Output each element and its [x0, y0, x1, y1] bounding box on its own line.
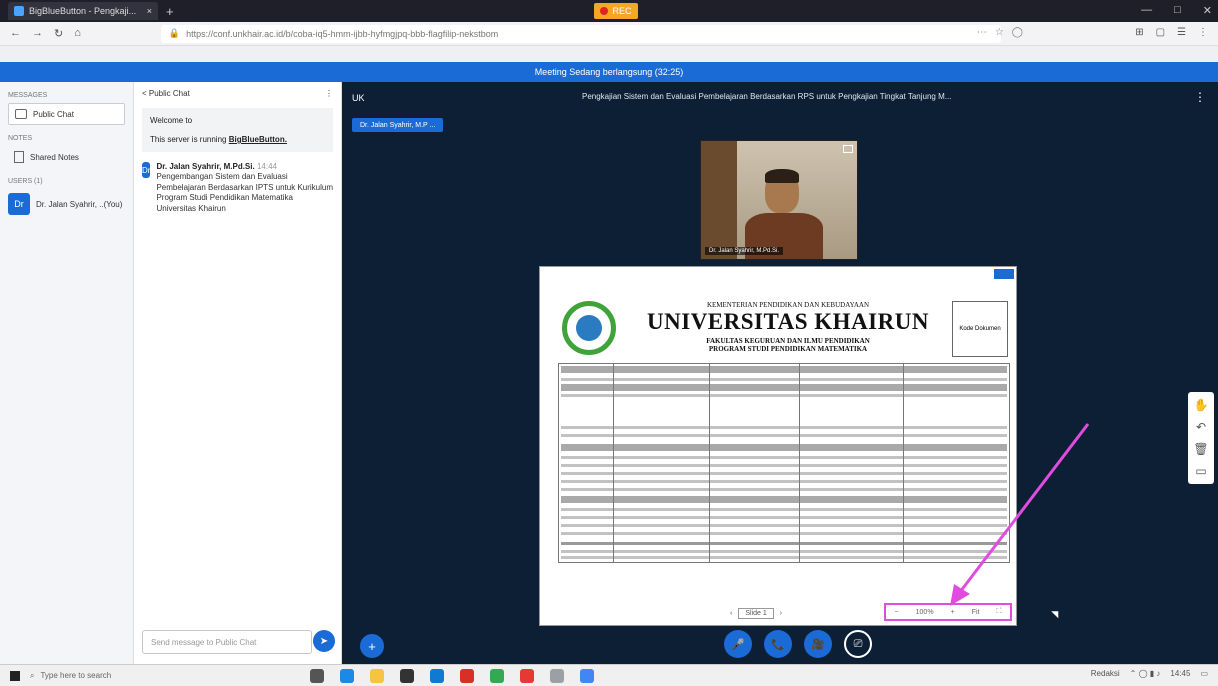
send-button[interactable]: ➤ — [313, 630, 335, 652]
url-text: https://conf.unkhair.ac.id/b/coba-iq5-hm… — [186, 28, 499, 39]
annotation-arrow — [950, 423, 1090, 606]
microphone-button[interactable]: 🎤 — [724, 630, 752, 658]
recording-indicator: REC — [594, 3, 638, 19]
reader-icon[interactable]: ☰ — [1177, 27, 1186, 38]
search-icon: ⌕ — [30, 670, 35, 680]
message-header: Dr. Jalan Syahrir, M.Pd.Si. 14:44 — [156, 162, 333, 172]
user-avatar: Dr — [8, 193, 30, 215]
tray-icons[interactable]: ⌃ ◯ ▮ ♪ — [1130, 669, 1161, 678]
rec-label: REC — [612, 6, 632, 16]
tab-close-icon[interactable]: × — [147, 6, 152, 16]
chat-icon — [15, 109, 27, 119]
phone-button[interactable]: 📞 — [764, 630, 792, 658]
presentation-stage: UK Pengkajian Sistem dan Evaluasi Pembel… — [342, 82, 1218, 664]
reload-icon[interactable]: ↻ — [54, 27, 63, 40]
actions-button[interactable]: + — [360, 634, 384, 658]
chrome-icon[interactable] — [490, 668, 504, 683]
page-actions-icon[interactable]: ⋯ — [977, 27, 987, 38]
chat-back-button[interactable]: < Public Chat — [142, 89, 190, 98]
record-dot-icon — [600, 7, 609, 15]
browser-titlebar: BigBlueButton - Pengkaji... × + REC — □ … — [0, 0, 1218, 22]
chat-panel: < Public Chat ⋮ Welcome to This server i… — [134, 82, 342, 664]
message-body: Dr. Jalan Syahrir, M.Pd.Si. 14:44 Pengem… — [156, 162, 333, 214]
messages-header: MESSAGES — [8, 92, 48, 99]
shared-notes-item[interactable]: Shared Notes — [8, 146, 125, 168]
system-tray: Redaksi ⌃ ◯ ▮ ♪ 14:45 ▭ — [1091, 669, 1208, 678]
welcome-message: Welcome to This server is running BigBlu… — [142, 108, 333, 152]
task-view-icon[interactable] — [310, 668, 324, 683]
menu-icon[interactable]: ⋮ — [1198, 27, 1208, 38]
chat-menu-icon[interactable]: ⋮ — [325, 89, 333, 98]
meeting-banner-text: Meeting Sedang berlangsung (32:25) — [534, 67, 684, 77]
start-icon[interactable] — [10, 670, 20, 681]
app-icon[interactable] — [550, 668, 564, 683]
media-controls: 🎤 📞 🎥 ⎚ — [724, 630, 872, 658]
meeting-banner: Meeting Sedang berlangsung (32:25) — [0, 62, 1218, 82]
shared-notes-label: Shared Notes — [30, 152, 79, 162]
recorder-icon[interactable] — [520, 668, 534, 683]
welcome-text: This server is running — [150, 135, 227, 144]
account-icon[interactable]: ◯ — [1012, 27, 1023, 38]
tab-favicon-icon — [14, 6, 24, 16]
browser-tab[interactable]: BigBlueButton - Pengkaji... × — [8, 2, 158, 20]
close-window-button[interactable]: ✕ — [1203, 4, 1212, 17]
taskbar-apps — [310, 668, 594, 683]
screenshare-button[interactable]: ⎚ — [844, 630, 872, 658]
user-list-item[interactable]: Dr Dr. Jalan Syahrir, ..(You) — [8, 193, 125, 215]
toolbar-spacer — [0, 46, 1218, 62]
camera-button[interactable]: 🎥 — [804, 630, 832, 658]
home-icon[interactable]: ⌂ — [74, 27, 81, 40]
message-avatar: Dr — [142, 162, 151, 178]
chat-message: Dr Dr. Jalan Syahrir, M.Pd.Si. 14:44 Pen… — [142, 162, 333, 214]
store-icon[interactable] — [400, 668, 414, 683]
sidebar-icon[interactable]: ▢ — [1156, 27, 1165, 38]
browser-tools: ⊞ ▢ ☰ ⋮ — [1135, 27, 1208, 38]
taskbar-search-placeholder: Type here to search — [40, 671, 112, 680]
clock[interactable]: 14:45 — [1170, 669, 1190, 678]
window-controls: — □ ✕ — [1141, 4, 1212, 17]
tab-title: BigBlueButton - Pengkaji... — [29, 6, 137, 16]
bookmark-star-icon[interactable]: ☆ — [995, 27, 1004, 38]
welcome-title: Welcome to — [150, 116, 193, 125]
message-text: Pengembangan Sistem dan Evaluasi Pembela… — [156, 172, 333, 213]
message-author: Dr. Jalan Syahrir, M.Pd.Si. — [156, 162, 255, 171]
public-chat-item[interactable]: Public Chat — [8, 103, 125, 125]
tray-label: Redaksi — [1090, 669, 1120, 678]
library-icon[interactable]: ⊞ — [1135, 27, 1143, 38]
nav-buttons: ← → ↻ ⌂ — [10, 27, 81, 40]
arrow-head — [950, 584, 970, 606]
windows-taskbar: ⌕ Type here to search Redaksi ⌃ ◯ ▮ ♪ 14… — [0, 664, 1218, 686]
notes-header: NOTES — [8, 135, 33, 142]
maximize-button[interactable]: □ — [1174, 4, 1181, 17]
taskbar-search[interactable]: ⌕ Type here to search — [30, 671, 230, 681]
address-bar: ← → ↻ ⌂ 🔒 https://conf.unkhair.ac.id/b/c… — [0, 22, 1218, 46]
user-name: Dr. Jalan Syahrir, ..(You) — [36, 199, 123, 209]
welcome-text-line: This server is running BigBlueButton. — [150, 135, 325, 144]
chat-input-placeholder: Send message to Public Chat — [151, 637, 257, 647]
new-tab-button[interactable]: + — [166, 4, 174, 19]
office-icon[interactable] — [460, 668, 474, 683]
screen: BigBlueButton - Pengkaji... × + REC — □ … — [0, 0, 1218, 686]
lock-icon: 🔒 — [168, 28, 181, 38]
mail-icon[interactable] — [430, 668, 444, 683]
minimize-button[interactable]: — — [1141, 4, 1152, 17]
bbb-link[interactable]: BigBlueButton. — [229, 135, 287, 144]
left-rail: MESSAGES Public Chat NOTES Shared Notes … — [0, 82, 134, 664]
url-field[interactable]: 🔒 https://conf.unkhair.ac.id/b/coba-iq5-… — [160, 24, 1001, 43]
address-actions: ⋯ ☆ ◯ — [977, 27, 1023, 38]
notifications-icon[interactable]: ▭ — [1200, 669, 1208, 678]
users-header: USERS (1) — [8, 178, 43, 185]
explorer-icon[interactable] — [370, 668, 384, 683]
public-chat-label: Public Chat — [33, 109, 74, 119]
chat-input[interactable]: Send message to Public Chat — [142, 630, 312, 654]
back-icon[interactable]: ← — [10, 27, 21, 40]
chat-header: < Public Chat ⋮ — [134, 82, 341, 104]
word-icon[interactable] — [580, 668, 594, 683]
notes-icon — [14, 151, 24, 163]
arrow-line — [958, 423, 1090, 593]
message-time: 14:44 — [256, 162, 277, 171]
edge-icon[interactable] — [340, 668, 354, 683]
forward-icon[interactable]: → — [32, 27, 43, 40]
